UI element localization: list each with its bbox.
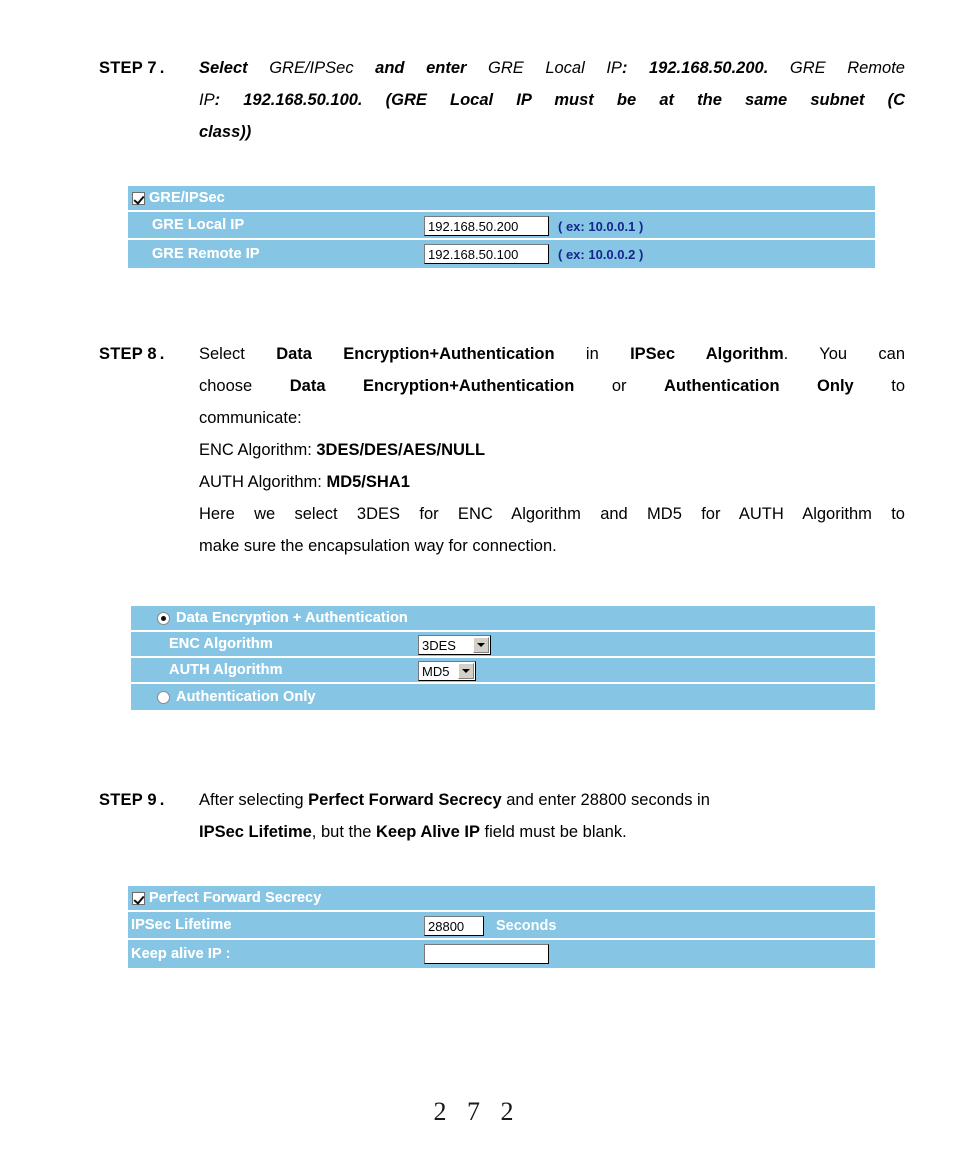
gre-remote-ip-input[interactable]: 192.168.50.100 [424,244,549,264]
step-9-line-2: IPSec Lifetime, but the Keep Alive IP fi… [199,823,627,841]
keep-alive-ip-input[interactable] [424,944,549,964]
ipsec-lifetime-label: IPSec Lifetime [131,917,232,933]
keep-alive-ip-label: Keep alive IP : [131,946,231,962]
step-8-label: STEP 8. [99,345,165,363]
step-8-line-2: choose Data Encryption+Authentication or… [199,377,906,395]
gre-local-ip-hint: ( ex: 10.0.0.1 ) [558,219,644,234]
auth-algorithm-label: AUTH Algorithm [169,662,283,678]
enc-algorithm-label: ENC Algorithm [169,636,273,652]
pfs-header-label: Perfect Forward Secrecy [149,890,322,906]
step-8-line-1: Select Data Encryption+Authentication in… [199,345,905,363]
step-8-body: Select Data Encryption+Authentication in… [199,338,905,562]
step-7-line-3: class)) [199,123,252,141]
auth-algorithm-selected-value: MD5 [422,663,450,679]
auth-algorithm-dropdown-button[interactable] [458,663,474,679]
step-9-body: After selecting Perfect Forward Secrecy … [199,784,905,848]
ipsec-lifetime-unit-label: Seconds [496,918,557,934]
gre-remote-ip-row: GRE Remote IP 192.168.50.100 ( ex: 10.0.… [128,240,875,268]
pfs-header-row[interactable]: Perfect Forward Secrecy [128,886,875,912]
page-number: 2 7 2 [433,1097,521,1126]
auth-algorithm-row: AUTH Algorithm MD5 [131,658,875,684]
chevron-down-icon [477,643,485,647]
authentication-only-row[interactable]: Authentication Only [131,684,875,710]
gre-ipsec-checkbox[interactable] [132,191,145,205]
gre-ipsec-panel: GRE/IPSec GRE Local IP 192.168.50.200 ( … [128,186,875,268]
ipsec-algorithm-panel: Data Encryption + Authentication ENC Alg… [131,606,875,710]
step-9-block: STEP 9. After selecting Perfect Forward … [99,784,905,848]
keep-alive-ip-row: Keep alive IP : [128,940,875,968]
step-8-block: STEP 8. Select Data Encryption+Authentic… [99,338,905,562]
step-7-body: Select GRE/IPSec and enter GRE Local IP:… [199,52,905,148]
data-encryption-auth-row[interactable]: Data Encryption + Authentication [131,606,875,632]
authentication-only-label: Authentication Only [176,689,316,705]
step-9-line-1: After selecting Perfect Forward Secrecy … [199,791,710,809]
step-9-dot: . [159,791,165,809]
auth-algorithm-select[interactable]: MD5 [418,661,476,681]
enc-algorithm-selected-value: 3DES [422,637,456,653]
gre-remote-ip-hint: ( ex: 10.0.0.2 ) [558,247,644,262]
step-9-label: STEP 9. [99,791,165,809]
step-8-line-5: AUTH Algorithm: MD5/SHA1 [199,473,410,491]
step-7-line-2: IP: 192.168.50.100. (GRE Local IP must b… [199,91,905,109]
gre-local-ip-row: GRE Local IP 192.168.50.200 ( ex: 10.0.0… [128,212,875,240]
gre-ipsec-header-row[interactable]: GRE/IPSec [128,186,875,212]
data-encryption-auth-label: Data Encryption + Authentication [176,610,408,626]
gre-ipsec-header-label: GRE/IPSec [149,190,225,206]
step-8-line-3: communicate: [199,409,302,427]
enc-algorithm-select[interactable]: 3DES [418,635,491,655]
authentication-only-radio[interactable] [157,690,170,704]
chevron-down-icon [462,669,470,673]
enc-algorithm-row: ENC Algorithm 3DES [131,632,875,658]
enc-algorithm-dropdown-button[interactable] [473,637,489,653]
data-encryption-auth-radio[interactable] [157,611,170,625]
step-8-line-7: make sure the encapsulation way for conn… [199,537,557,555]
step-8-dot: . [159,345,165,363]
step-7-line-1: Select GRE/IPSec and enter GRE Local IP:… [199,59,905,77]
step-7-dot: . [159,59,165,77]
step-8-line-6: Here we select 3DES for ENC Algorithm an… [199,505,905,523]
ipsec-lifetime-row: IPSec Lifetime 28800 Seconds [128,912,875,940]
step-7-block: STEP 7. Select GRE/IPSec and enter GRE L… [99,52,905,148]
ipsec-lifetime-input[interactable]: 28800 [424,916,484,936]
step-8-line-4: ENC Algorithm: 3DES/DES/AES/NULL [199,441,486,459]
gre-remote-ip-label: GRE Remote IP [152,246,260,262]
pfs-checkbox[interactable] [132,891,145,905]
step-7-label: STEP 7. [99,59,165,77]
perfect-forward-secrecy-panel: Perfect Forward Secrecy IPSec Lifetime 2… [128,886,875,968]
gre-local-ip-label: GRE Local IP [152,217,245,233]
gre-local-ip-input[interactable]: 192.168.50.200 [424,216,549,236]
